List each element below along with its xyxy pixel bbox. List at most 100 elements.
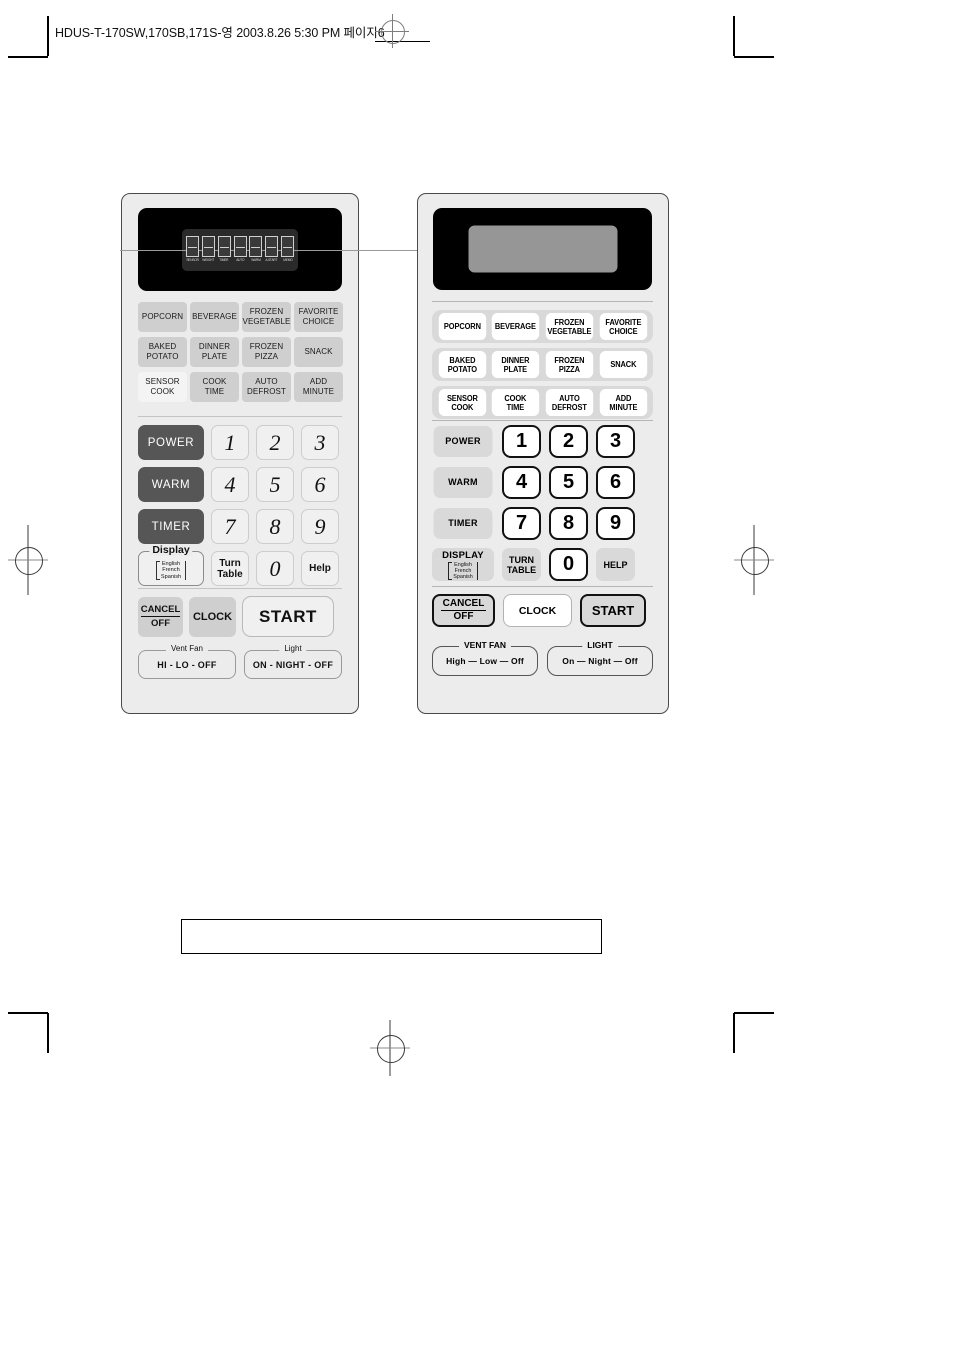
language-french: French	[162, 567, 180, 574]
button-label-line1: ADD	[615, 393, 632, 403]
button-label-line2: PLATE	[503, 364, 528, 374]
button-digit-7[interactable]: 7	[502, 507, 541, 540]
button-auto-defrost[interactable]: AUTO DEFROST	[545, 389, 593, 416]
button-turn-table[interactable]: Turn Table	[211, 551, 249, 586]
lcd-indicator-label: A.START	[265, 258, 278, 262]
button-timer[interactable]: TIMER	[433, 508, 493, 539]
button-digit-5[interactable]: 5	[549, 466, 588, 499]
button-dinner-plate[interactable]: DINNER PLATE	[190, 337, 239, 367]
button-power[interactable]: POWER	[433, 426, 493, 457]
button-digit-4[interactable]: 4	[211, 467, 249, 502]
lcd-digit	[249, 236, 263, 257]
button-clock[interactable]: CLOCK	[189, 596, 236, 637]
switch-light[interactable]: Light ON - NIGHT - OFF	[244, 644, 342, 679]
button-digit-0[interactable]: 0	[549, 548, 588, 581]
preset-row-1-right: POPCORN BEVERAGE FROZEN VEGETABLE FAVORI…	[432, 310, 653, 343]
button-cancel-off[interactable]: CANCEL OFF	[432, 594, 495, 627]
button-start[interactable]: START	[580, 594, 646, 627]
keypad-row: TIMER 7 8 9	[138, 509, 339, 544]
crop-mark-bottom-left-v	[47, 1013, 49, 1053]
button-baked-potato[interactable]: BAKED POTATO	[438, 351, 486, 378]
button-label-line1: SENSOR	[145, 377, 180, 386]
button-add-minute[interactable]: ADD MINUTE	[294, 372, 343, 402]
divider-top-left	[138, 416, 342, 417]
button-label-line1: TURN	[509, 554, 534, 565]
button-label-line2: CHOICE	[608, 326, 638, 336]
button-beverage[interactable]: BEVERAGE	[190, 302, 239, 332]
registration-mark-right	[734, 525, 774, 595]
button-snack[interactable]: SNACK	[599, 351, 647, 378]
button-digit-1[interactable]: 1	[211, 425, 249, 460]
button-digit-9[interactable]: 9	[596, 507, 635, 540]
button-auto-defrost[interactable]: AUTO DEFROST	[242, 372, 291, 402]
button-digit-8[interactable]: 8	[549, 507, 588, 540]
button-label-line2: Table	[217, 568, 243, 580]
button-display-language[interactable]: DISPLAY English French Spanish	[432, 548, 494, 581]
button-popcorn[interactable]: POPCORN	[138, 302, 187, 332]
button-digit-6[interactable]: 6	[596, 466, 635, 499]
button-label-line2: POTATO	[447, 364, 477, 374]
button-favorite-choice[interactable]: FAVORITE CHOICE	[599, 313, 647, 340]
switch-light-options: ON - NIGHT - OFF	[252, 659, 334, 670]
button-frozen-pizza[interactable]: FROZEN PIZZA	[545, 351, 593, 378]
button-warm[interactable]: WARM	[138, 467, 204, 502]
button-digit-2[interactable]: 2	[256, 425, 294, 460]
button-digit-6[interactable]: 6	[301, 467, 339, 502]
control-panel-left: SENSOR WEIGHT TIMER AUTO WARM A.START ME…	[120, 193, 448, 714]
button-digit-3[interactable]: 3	[596, 425, 635, 458]
button-digit-3[interactable]: 3	[301, 425, 339, 460]
button-display-language[interactable]: Display English French Spanish	[138, 544, 204, 586]
button-clock[interactable]: CLOCK	[503, 594, 572, 627]
button-help[interactable]: Help	[301, 551, 339, 586]
switch-vent-fan[interactable]: Vent Fan HI - LO - OFF	[138, 644, 236, 679]
button-digit-1[interactable]: 1	[502, 425, 541, 458]
lcd-segment-group: TIMER	[217, 236, 232, 263]
button-power[interactable]: POWER	[138, 425, 204, 460]
keypad-row: POWER 1 2 3	[138, 425, 339, 460]
button-popcorn[interactable]: POPCORN	[438, 313, 486, 340]
button-dinner-plate[interactable]: DINNER PLATE	[492, 351, 540, 378]
button-digit-7[interactable]: 7	[211, 509, 249, 544]
lcd-segment-group: AUTO	[233, 236, 248, 263]
button-help[interactable]: HELP	[596, 548, 635, 581]
button-timer[interactable]: TIMER	[138, 509, 204, 544]
button-cook-time[interactable]: COOK TIME	[190, 372, 239, 402]
switch-vent-fan[interactable]: VENT FAN High — Low — Off	[432, 640, 538, 676]
lcd-digit	[233, 236, 247, 257]
button-label-line1: AUTO	[559, 393, 580, 403]
button-cancel-off[interactable]: CANCEL OFF	[138, 596, 183, 637]
switch-light[interactable]: LIGHT On — Night — Off	[547, 640, 653, 676]
button-digit-5[interactable]: 5	[256, 467, 294, 502]
button-frozen-vegetable[interactable]: FROZEN VEGETABLE	[242, 302, 291, 332]
switch-row-right: VENT FAN High — Low — Off LIGHT On — Nig…	[432, 640, 653, 676]
lcd-indicator-label: MEMO	[282, 258, 293, 262]
registration-mark-bottom	[370, 1020, 410, 1076]
button-frozen-pizza[interactable]: FROZEN PIZZA	[242, 337, 291, 367]
button-cook-time[interactable]: COOK TIME	[492, 389, 540, 416]
preset-row-2-left: BAKED POTATO DINNER PLATE FROZEN PIZZA S…	[138, 337, 343, 367]
button-frozen-vegetable[interactable]: FROZEN VEGETABLE	[545, 313, 593, 340]
button-label-line1: FAVORITE	[605, 317, 642, 327]
button-favorite-choice[interactable]: FAVORITE CHOICE	[294, 302, 343, 332]
button-snack[interactable]: SNACK	[294, 337, 343, 367]
display-bezel-right	[433, 208, 652, 290]
button-sensor-cook[interactable]: SENSOR COOK	[138, 372, 187, 402]
divider-bottom-right	[432, 586, 653, 587]
button-digit-0[interactable]: 0	[256, 551, 294, 586]
button-digit-8[interactable]: 8	[256, 509, 294, 544]
button-sensor-cook[interactable]: SENSOR COOK	[438, 389, 486, 416]
button-digit-4[interactable]: 4	[502, 466, 541, 499]
button-label-line2: PIZZA	[558, 364, 580, 374]
button-add-minute[interactable]: ADD MINUTE	[599, 389, 647, 416]
button-turn-table[interactable]: TURN TABLE	[502, 548, 541, 581]
button-label-line1: DINNER	[198, 342, 231, 351]
button-warm[interactable]: WARM	[433, 467, 493, 498]
button-display-caption: Display	[149, 544, 193, 556]
button-start[interactable]: START	[242, 596, 334, 637]
button-digit-2[interactable]: 2	[549, 425, 588, 458]
language-list: English French Spanish	[448, 561, 478, 580]
button-digit-9[interactable]: 9	[301, 509, 339, 544]
language-french: French	[454, 567, 472, 574]
button-beverage[interactable]: BEVERAGE	[492, 313, 540, 340]
button-baked-potato[interactable]: BAKED POTATO	[138, 337, 187, 367]
